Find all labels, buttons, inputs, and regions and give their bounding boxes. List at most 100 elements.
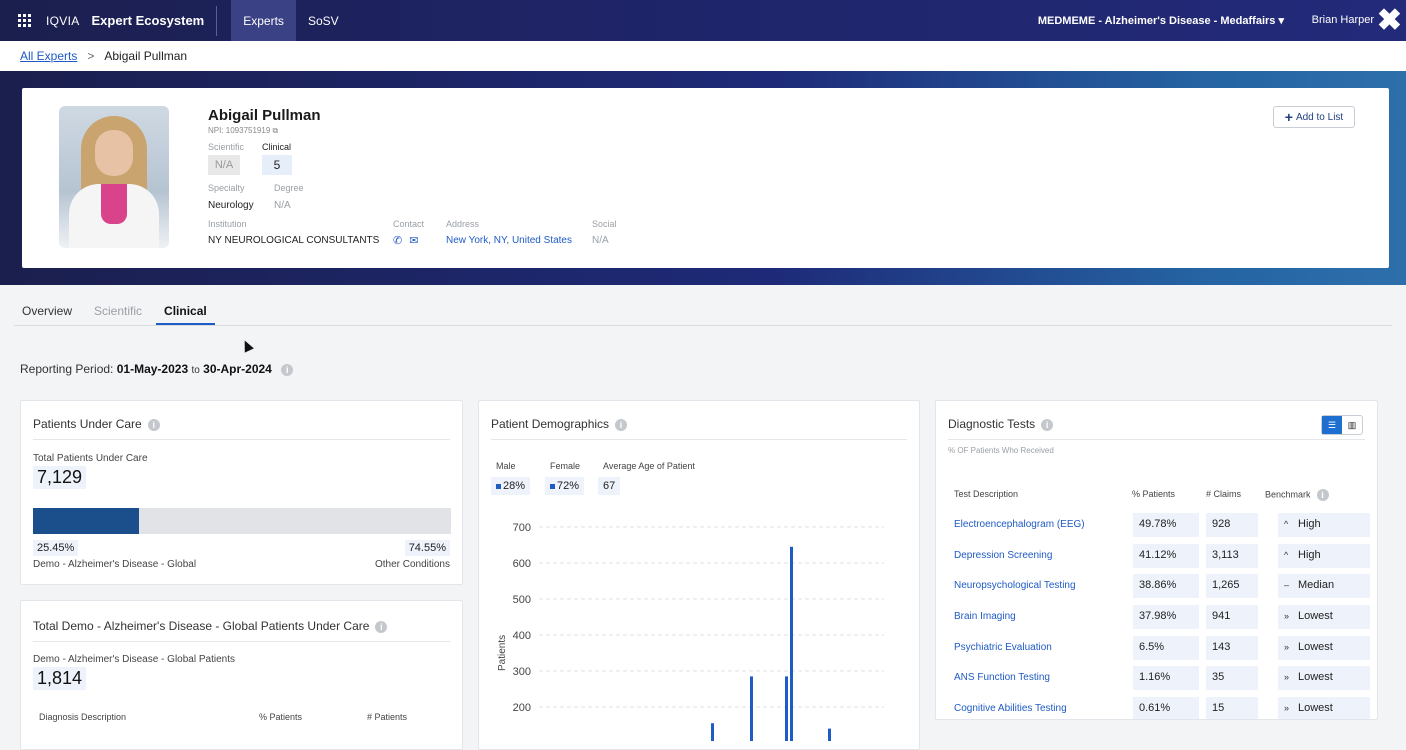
panel-title: Total Demo - Alzheimer's Disease - Globa…	[33, 619, 388, 633]
female-value: 72%	[545, 477, 585, 495]
claims-cell: 928	[1206, 513, 1258, 537]
copy-icon[interactable]: ⧉	[273, 126, 279, 135]
benchmark-icon: »	[1284, 672, 1290, 682]
contact-label: Contact	[393, 219, 425, 229]
bar	[790, 546, 793, 741]
demo-pct: 25.45%	[33, 540, 79, 556]
bar	[750, 676, 753, 741]
info-icon[interactable]: i	[281, 363, 294, 376]
patient-demographics-panel: Patient Demographics i Male Female Averag…	[478, 400, 920, 750]
expert-photo	[59, 106, 169, 248]
col-test-desc: Test Description	[954, 489, 1019, 499]
other-label: Other Conditions	[374, 559, 450, 570]
benchmark-icon: ^	[1284, 550, 1289, 560]
user-name[interactable]: Brian Harper	[1312, 14, 1374, 26]
diagnostic-tests-panel: Diagnostic Tests i ☰ ▥ % OF Patients Who …	[935, 400, 1378, 720]
demo-share-fill	[33, 508, 140, 534]
y-tick-label: 300	[513, 666, 531, 678]
demo-label: Demo - Alzheimer's Disease - Global	[33, 559, 197, 570]
breadcrumb-separator: >	[87, 49, 95, 63]
scientific-score: N/A	[208, 155, 240, 175]
info-icon[interactable]: i	[147, 418, 160, 431]
benchmark-icon: –	[1284, 580, 1290, 590]
list-view-icon[interactable]: ☰	[1322, 416, 1342, 434]
breadcrumb-all-experts[interactable]: All Experts	[20, 49, 77, 63]
age-distribution-chart: 200 300 400 500 600 700 Patients	[497, 522, 884, 741]
bar	[828, 728, 831, 741]
total-patients-label: Total Patients Under Care	[33, 453, 148, 464]
age-value: 67	[598, 477, 621, 495]
tab-scientific[interactable]: Scientific	[86, 300, 150, 325]
test-link[interactable]: Electroencephalogram (EEG)	[954, 519, 1085, 530]
benchmark-cell: – Median	[1278, 574, 1370, 598]
pct-cell: 6.5%	[1133, 636, 1199, 660]
col-claims: # Claims	[1206, 489, 1242, 499]
claims-cell: 35	[1206, 666, 1258, 690]
y-tick-label: 500	[513, 594, 531, 606]
table-row: Neuropsychological Testing 38.86% 1,265 …	[948, 574, 1370, 598]
demo-global-panel: Total Demo - Alzheimer's Disease - Globa…	[20, 600, 463, 750]
info-icon[interactable]: i	[615, 418, 628, 431]
benchmark-cell: ^ High	[1278, 544, 1370, 568]
panel-title: Patients Under Care i	[33, 417, 160, 431]
social-label: Social	[592, 219, 617, 229]
other-pct: 74.55%	[404, 540, 450, 556]
benchmark-cell: » Lowest	[1278, 666, 1370, 690]
profile-card: Abigail Pullman NPI: 1093751919 ⧉ Scient…	[22, 88, 1389, 268]
expert-name: Abigail Pullman	[208, 107, 321, 124]
pct-cell: 41.12%	[1133, 544, 1199, 568]
mouse-cursor	[240, 338, 254, 353]
tab-clinical[interactable]: Clinical	[156, 300, 215, 325]
benchmark-icon: ^	[1284, 519, 1289, 529]
reporting-period: Reporting Period: 01-May-2023 to 30-Apr-…	[20, 362, 294, 376]
benchmark-cell: ^ High	[1278, 513, 1370, 537]
pct-cell: 0.61%	[1133, 697, 1199, 719]
age-label: Average Age of Patient	[603, 461, 695, 471]
test-link[interactable]: Cognitive Abilities Testing	[954, 703, 1067, 714]
pct-cell: 37.98%	[1133, 605, 1199, 629]
institution-label: Institution	[208, 219, 247, 229]
table-row: ANS Function Testing 1.16% 35 » Lowest	[948, 666, 1370, 690]
nav-experts[interactable]: Experts	[231, 0, 296, 41]
info-icon[interactable]: i	[1316, 489, 1329, 501]
app-grid-icon[interactable]	[18, 13, 32, 28]
claims-cell: 3,113	[1206, 544, 1258, 568]
benchmark-cell: » Lowest	[1278, 697, 1370, 719]
close-icon[interactable]: ✖	[1377, 6, 1402, 36]
benchmark-icon: »	[1284, 642, 1290, 652]
claims-cell: 941	[1206, 605, 1258, 629]
demo-patients-label: Demo - Alzheimer's Disease - Global Pati…	[33, 654, 235, 665]
email-icon[interactable]: ✉	[409, 235, 418, 247]
info-icon[interactable]: i	[375, 620, 388, 633]
demo-patients-value: 1,814	[33, 667, 87, 690]
nav-sosv[interactable]: SoSV	[296, 0, 351, 41]
degree-label: Degree	[274, 183, 304, 193]
npi-number: NPI: 1093751919 ⧉	[208, 126, 279, 135]
male-value: 28%	[491, 477, 531, 495]
patients-share-bar	[33, 508, 451, 534]
divider	[216, 5, 218, 36]
address-link[interactable]: New York, NY, United States	[446, 235, 572, 246]
clinical-label: Clinical	[262, 142, 292, 152]
test-link[interactable]: Brain Imaging	[954, 611, 1016, 622]
project-selector[interactable]: MEDMEME - Alzheimer's Disease - Medaffai…	[1038, 14, 1284, 27]
test-link[interactable]: Depression Screening	[954, 550, 1052, 561]
table-row: Brain Imaging 37.98% 941 » Lowest	[948, 605, 1370, 629]
table-row: Electroencephalogram (EEG) 49.78% 928 ^ H…	[948, 513, 1370, 537]
y-tick-label: 600	[513, 558, 531, 570]
clinical-score: 5	[262, 155, 292, 175]
add-to-list-button[interactable]: + Add to List	[1273, 106, 1355, 128]
test-link[interactable]: Neuropsychological Testing	[954, 580, 1076, 591]
brand-logo: IQVIA	[46, 13, 80, 28]
table-row: Cognitive Abilities Testing 0.61% 15 » Lo…	[948, 697, 1370, 719]
test-link[interactable]: ANS Function Testing	[954, 672, 1050, 683]
profile-banner: Abigail Pullman NPI: 1093751919 ⧉ Scient…	[0, 71, 1406, 285]
benchmark-cell: » Lowest	[1278, 605, 1370, 629]
tab-overview[interactable]: Overview	[14, 300, 80, 325]
chart-view-icon[interactable]: ▥	[1342, 416, 1362, 434]
phone-icon[interactable]: ✆	[393, 235, 402, 247]
plus-icon: +	[1284, 109, 1293, 125]
info-icon[interactable]: i	[1041, 418, 1054, 431]
test-link[interactable]: Psychiatric Evaluation	[954, 642, 1052, 653]
pct-cell: 49.78%	[1133, 513, 1199, 537]
